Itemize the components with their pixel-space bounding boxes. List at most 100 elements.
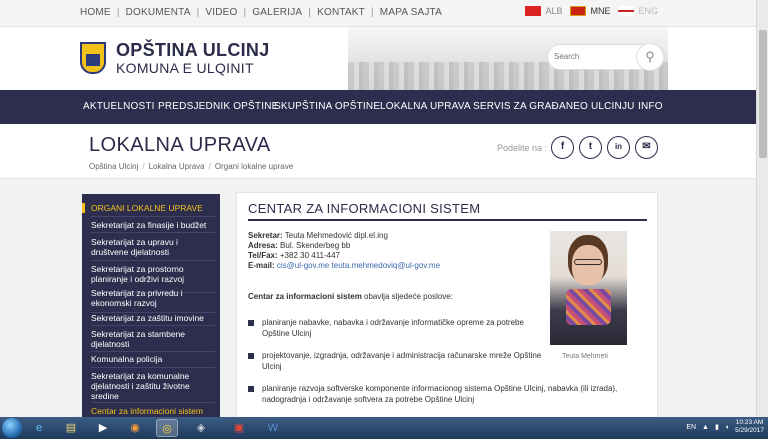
media-player-icon[interactable]: ▶: [92, 419, 114, 437]
sidebar-menu: ORGANI LOKALNE UPRAVE Sekretarijat za fi…: [82, 194, 220, 417]
nav-aktuelnosti[interactable]: AKTUELNOSTI: [83, 101, 155, 112]
word-icon[interactable]: W: [262, 419, 284, 437]
search-input[interactable]: [554, 52, 634, 61]
sidebar-divider: [91, 232, 215, 233]
nav-lokalna-uprava[interactable]: LOKALNA UPRAVA: [380, 101, 471, 112]
flag-montenegro-icon: [570, 6, 587, 16]
start-button-icon[interactable]: [2, 418, 22, 438]
sidebar-heading[interactable]: ORGANI LOKALNE UPRAVE: [91, 203, 215, 213]
sidebar-item-stambene-djelatnosti[interactable]: Sekretarijat za stambene djelatnosti: [91, 329, 215, 349]
bullet-item-3: planiranje razvoja softverske komponente…: [262, 384, 618, 404]
bullet-marker: [248, 353, 254, 359]
municipality-crest-icon[interactable]: [80, 42, 106, 74]
breadcrumb-current: Organi lokalne uprave: [214, 162, 294, 171]
clock-date: 5/29/2017: [735, 427, 764, 434]
facebook-icon[interactable]: f: [551, 136, 574, 159]
sidebar-item-komunalne-djelatnosti[interactable]: Sekretarijat za komunalne djelatnosti i …: [91, 371, 215, 401]
site-subtitle[interactable]: KOMUNA E ULQINIT: [116, 60, 254, 76]
ie-icon[interactable]: e: [28, 419, 50, 437]
sidebar-item-uprava[interactable]: Sekretarijat za upravu i društvene djela…: [91, 237, 215, 257]
tel-value: +382 30 411-447: [279, 251, 341, 260]
lang-alb-label: ALB: [545, 6, 563, 16]
sidebar-item-finansije[interactable]: Sekretarijat za finasije i budžet: [91, 220, 215, 230]
topnav-video-link[interactable]: VIDEO: [205, 7, 237, 18]
system-tray: EN ▲ ▮ ◖ 10:23 AM 5/29/2017: [686, 419, 764, 435]
lang-eng[interactable]: ENG: [618, 6, 658, 16]
nav-o-ulcinju[interactable]: O ULCINJU: [580, 101, 635, 112]
top-navigation: HOME | DOKUMENTA | VIDEO | GALERIJA | KONTAK…: [80, 7, 442, 18]
tel-label: Tel/Fax:: [248, 251, 278, 260]
sidebar-divider: [91, 367, 215, 368]
firefox-icon[interactable]: ◉: [124, 419, 146, 437]
breadcrumb-separator: /: [208, 162, 211, 171]
twitter-icon[interactable]: t: [579, 136, 602, 159]
nav-skupstina-opstine[interactable]: SKUPŠTINA OPŠTINE: [274, 101, 380, 112]
share-label: Podelite na :: [497, 143, 548, 153]
tray-arrow-icon[interactable]: ▲: [702, 424, 709, 431]
search-icon[interactable]: ⚲: [636, 43, 664, 71]
language-switcher: ALB MNE ENG: [525, 6, 658, 16]
bullet-item-2: projektovanje, izgradnja, održavanje i a…: [262, 351, 542, 371]
intro-bold: Centar za informacioni sistem: [248, 292, 362, 301]
topnav-dokumenta-link[interactable]: DOKUMENTA: [126, 7, 191, 18]
windows-taskbar: e ▤ ▶ ◉ ◎ ◈ ▣ W EN ▲ ▮ ◖ 10:23 AM 5/29/2…: [0, 417, 768, 439]
network-icon[interactable]: ▮: [715, 423, 719, 431]
content-panel: CENTAR ZA INFORMACIONI SISTEM Sekretar: …: [236, 192, 658, 419]
sekretar-row: Sekretar: Teuta Mehmedović dipl.el.ing: [248, 231, 388, 240]
topnav-mapa-sajta-link[interactable]: MAPA SAJTA: [380, 7, 442, 18]
intro-rest: obavlja sljedeće poslove:: [361, 292, 453, 301]
topnav-galerija-link[interactable]: GALERIJA: [252, 7, 302, 18]
breadcrumb-home[interactable]: Opština Ulcinj: [89, 162, 138, 171]
top-bar: HOME | DOKUMENTA | VIDEO | GALERIJA | KONTAK…: [0, 0, 768, 27]
app-icon[interactable]: ◈: [190, 419, 212, 437]
lang-mne[interactable]: MNE: [570, 6, 610, 16]
bullet-marker: [248, 320, 254, 326]
clock-time: 10:23 AM: [735, 419, 764, 426]
sekretar-value: Teuta Mehmedović dipl.el.ing: [284, 231, 388, 240]
breadcrumb-separator: /: [142, 162, 145, 171]
sidebar-divider: [91, 402, 215, 403]
site-title[interactable]: OPŠTINA ULCINJ: [116, 40, 270, 61]
photo-caption: Teuta Mehmeti: [562, 353, 608, 360]
chrome-icon[interactable]: ◎: [156, 419, 178, 437]
email-row: E-mail: cis@ul-gov.me teuta.mehmedoviq@u…: [248, 261, 440, 270]
intro-paragraph: Centar za informacioni sistem obavlja sl…: [248, 291, 453, 302]
tel-row: Tel/Fax: +382 30 411-447: [248, 251, 340, 260]
volume-icon[interactable]: ◖: [725, 424, 729, 431]
adresa-value: Bul. Skenderbeg bb: [280, 241, 351, 250]
email-icon[interactable]: ✉: [635, 136, 658, 159]
nav-info[interactable]: INFO: [638, 101, 663, 112]
topnav-kontakt-link[interactable]: KONTAKT: [317, 7, 365, 18]
lang-eng-label: ENG: [638, 6, 658, 16]
nav-servis-za-gradane[interactable]: SERVIS ZA GRAĐANE: [473, 101, 580, 112]
bullet-item-1: planiranje nabavke, nabavka i održavanje…: [262, 318, 524, 338]
bullet-marker: [248, 386, 254, 392]
email-label: E-mail:: [248, 261, 275, 270]
title-underline: [248, 219, 647, 221]
breadcrumb: Opština Ulcinj / Lokalna Uprava / Organi…: [89, 162, 293, 171]
sidebar-item-komunalna-policija[interactable]: Komunalna policija: [91, 354, 215, 364]
lang-alb[interactable]: ALB: [525, 6, 562, 16]
sidebar-divider: [91, 260, 215, 261]
photo-glasses: [574, 259, 602, 265]
sidebar-item-privreda[interactable]: Sekretarijat za privredu i ekonomski raz…: [91, 288, 215, 308]
email-links[interactable]: cis@ul-gov.me teuta.mehmedoviq@ul-gov.me: [277, 261, 440, 270]
sidebar-item-centar-info-sistem[interactable]: Centar za informacioni sistem: [91, 406, 215, 416]
clock[interactable]: 10:23 AM 5/29/2017: [735, 419, 764, 435]
sidebar-item-zastita-imovine[interactable]: Sekretarijat za zaštitu imovine: [91, 313, 215, 323]
topnav-home-link[interactable]: HOME: [80, 7, 111, 18]
linkedin-icon[interactable]: in: [607, 136, 630, 159]
input-language[interactable]: EN: [686, 424, 696, 431]
sidebar-divider: [91, 351, 215, 352]
sidebar-item-prostorno-planiranje[interactable]: Sekretarijat za prostorno planiranje i o…: [91, 264, 215, 284]
sidebar-divider: [91, 216, 215, 217]
scrollbar-thumb[interactable]: [759, 30, 767, 158]
nav-predsjednik-opstine[interactable]: PREDSJEDNIK OPŠTINE: [158, 101, 279, 112]
file-explorer-icon[interactable]: ▤: [60, 419, 82, 437]
secretary-photo: [550, 231, 627, 345]
page-scrollbar[interactable]: [756, 0, 768, 417]
breadcrumb-lokalna-uprava[interactable]: Lokalna Uprava: [149, 162, 205, 171]
main-navigation: AKTUELNOSTI PREDSJEDNIK OPŠTINE SKUPŠTIN…: [0, 90, 768, 124]
paint-icon[interactable]: ▣: [228, 419, 250, 437]
adresa-row: Adresa: Bul. Skenderbeg bb: [248, 241, 350, 250]
